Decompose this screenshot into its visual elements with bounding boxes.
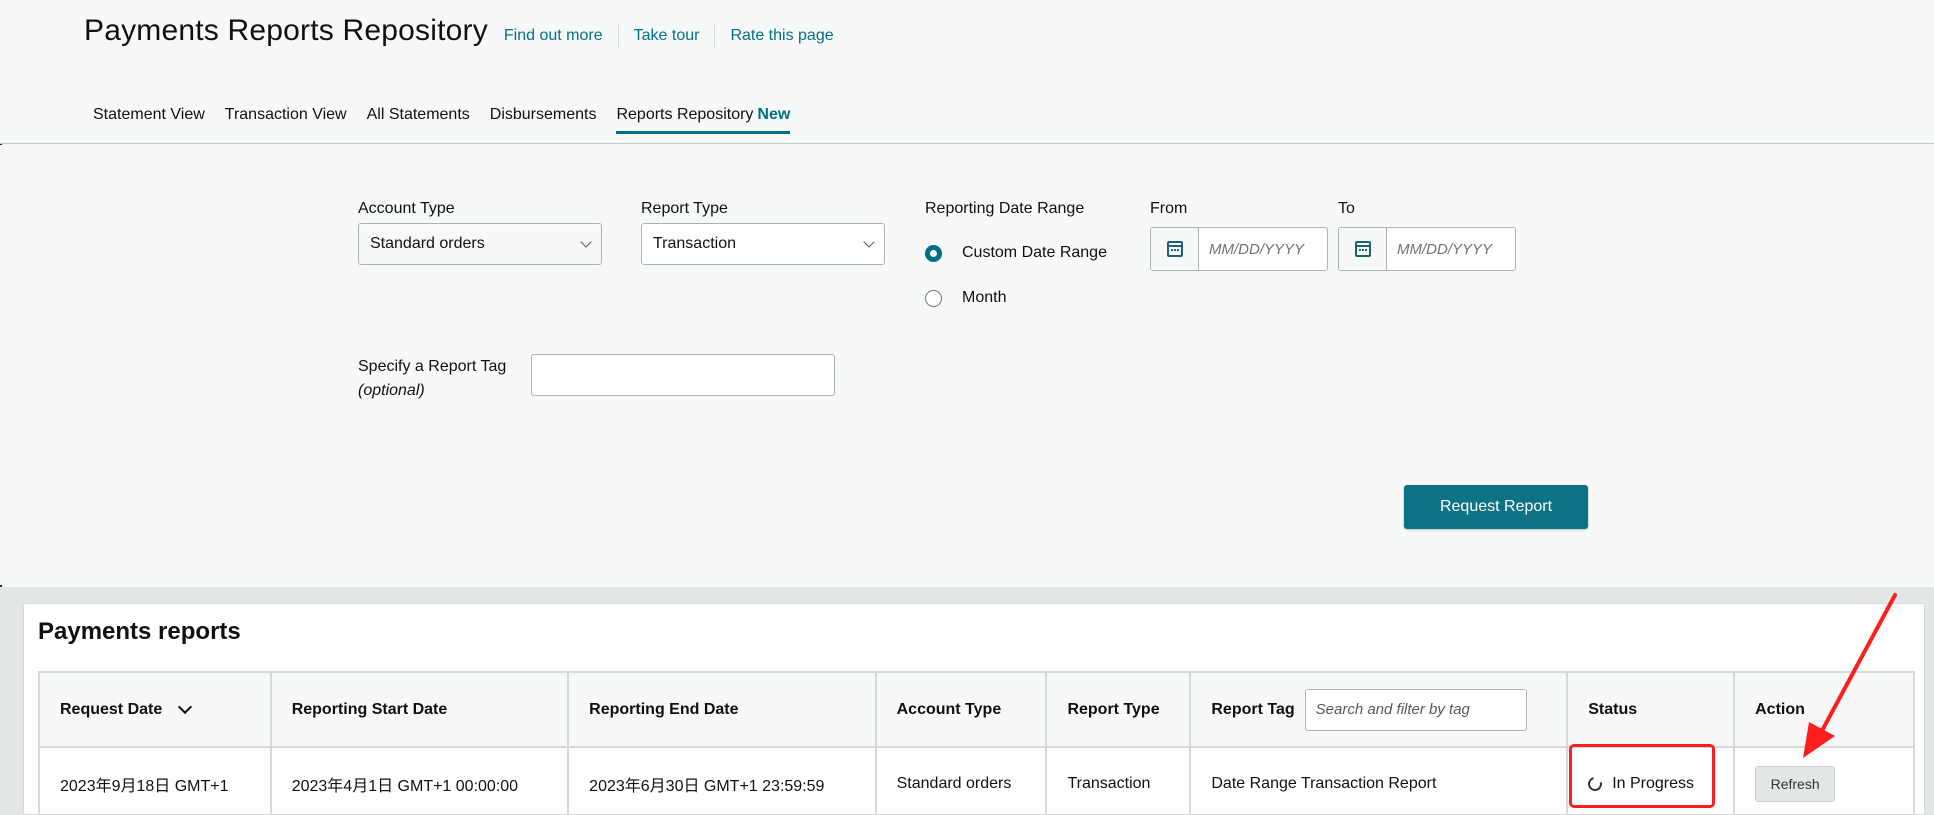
- col-account-type: Account Type: [874, 671, 1048, 748]
- from-date-input[interactable]: [1199, 240, 1327, 258]
- col-action: Action: [1733, 671, 1915, 748]
- tab-label: Statement View: [93, 106, 205, 123]
- status-text: In Progress: [1612, 775, 1695, 792]
- to-date-input[interactable]: [1387, 240, 1515, 258]
- tab-disbursements[interactable]: Disbursements: [490, 106, 597, 134]
- page-title: Payments Reports Repository: [84, 14, 488, 47]
- col-reporting-end-date: Reporting End Date: [567, 671, 877, 748]
- radio-unchecked-icon: [925, 289, 942, 307]
- report-type-value: Transaction: [653, 235, 736, 252]
- radio-label: Custom Date Range: [962, 244, 1107, 261]
- calendar-icon: [1166, 241, 1183, 257]
- report-tag-label: Specify a Report Tag (optional): [358, 355, 506, 403]
- payments-reports-panel: Payments reports Request Date Reporting …: [23, 603, 1925, 815]
- tab-label: Transaction View: [224, 106, 347, 123]
- report-type-label: Report Type: [641, 200, 728, 217]
- reports-table: Request Date Reporting Start Date Report…: [38, 671, 1915, 815]
- start-date-cell: 2023年4月1日 GMT+1 00:00:00: [269, 746, 570, 815]
- table-header-row: Request Date Reporting Start Date Report…: [38, 671, 1915, 748]
- col-request-date[interactable]: Request Date: [38, 671, 272, 748]
- report-request-form: Account Type Standard orders Report Type…: [0, 145, 1934, 585]
- find-out-more-link[interactable]: Find out more: [504, 25, 618, 47]
- custom-date-range-radio[interactable]: Custom Date Range: [925, 244, 1107, 262]
- status-cell: In Progress: [1566, 746, 1736, 815]
- date-range-label: Reporting Date Range: [925, 200, 1085, 217]
- calendar-icon: [1354, 241, 1371, 257]
- account-type-select[interactable]: Standard orders: [358, 223, 602, 265]
- end-date-cell: 2023年6月30日 GMT+1 23:59:59: [567, 746, 877, 815]
- chevron-down-icon: [863, 236, 875, 248]
- radio-label: Month: [962, 289, 1007, 306]
- request-date-cell: 2023年9月18日 GMT+1: [38, 746, 272, 815]
- tab-reports-repository[interactable]: Reports Repository New: [616, 106, 791, 134]
- report-tag-input[interactable]: [531, 354, 835, 396]
- report-type-select[interactable]: Transaction: [641, 223, 885, 265]
- report-type-cell: Transaction: [1045, 746, 1192, 815]
- from-date-field: [1150, 227, 1328, 271]
- tab-bar: Statement View Transaction View All Stat…: [93, 106, 810, 134]
- tab-statement-view[interactable]: Statement View: [93, 106, 205, 134]
- request-report-button[interactable]: Request Report: [1404, 485, 1588, 529]
- new-badge: New: [757, 106, 791, 123]
- header-links: Find out more Take tour Rate this page: [504, 25, 849, 47]
- radio-checked-icon: [925, 244, 942, 262]
- action-cell: Refresh: [1733, 746, 1915, 815]
- month-radio[interactable]: Month: [925, 289, 1006, 307]
- column-label: Request Date: [60, 700, 163, 718]
- title-row: Payments Reports Repository Find out mor…: [84, 14, 849, 48]
- col-report-type: Report Type: [1045, 671, 1192, 748]
- report-tag-cell: Date Range Transaction Report: [1189, 746, 1569, 815]
- col-report-tag: Report Tag: [1189, 671, 1569, 748]
- report-tag-label-text: Specify a Report Tag: [358, 358, 507, 375]
- table-row: 2023年9月18日 GMT+1 2023年4月1日 GMT+1 00:00:0…: [38, 746, 1915, 815]
- page-header: Payments Reports Repository Find out mor…: [0, 0, 1934, 144]
- column-label: Report Tag: [1211, 700, 1295, 718]
- col-status: Status: [1566, 671, 1736, 748]
- tag-search-input[interactable]: [1304, 688, 1527, 731]
- from-calendar-button[interactable]: [1151, 228, 1199, 270]
- tab-transaction-view[interactable]: Transaction View: [225, 106, 347, 134]
- from-label: From: [1150, 200, 1188, 217]
- rate-page-link[interactable]: Rate this page: [714, 25, 848, 47]
- account-type-cell: Standard orders: [874, 746, 1048, 815]
- take-tour-link[interactable]: Take tour: [617, 25, 715, 47]
- spinner-icon: [1585, 774, 1605, 794]
- tab-label: Reports Repository: [616, 106, 754, 123]
- account-type-value: Standard orders: [370, 235, 485, 252]
- account-type-label: Account Type: [358, 200, 455, 217]
- tab-label: Disbursements: [489, 106, 597, 123]
- optional-hint: (optional): [358, 382, 425, 399]
- col-reporting-start-date: Reporting Start Date: [269, 671, 570, 748]
- tab-all-statements[interactable]: All Statements: [367, 106, 470, 134]
- to-date-field: [1338, 227, 1516, 271]
- reports-section: Payments reports Request Date Reporting …: [0, 587, 1934, 815]
- to-calendar-button[interactable]: [1339, 228, 1387, 270]
- to-label: To: [1338, 200, 1355, 217]
- refresh-button[interactable]: Refresh: [1755, 766, 1836, 802]
- tab-label: All Statements: [366, 106, 470, 123]
- chevron-down-icon: [178, 699, 193, 714]
- reports-title: Payments reports: [38, 618, 241, 645]
- chevron-down-icon: [580, 236, 592, 248]
